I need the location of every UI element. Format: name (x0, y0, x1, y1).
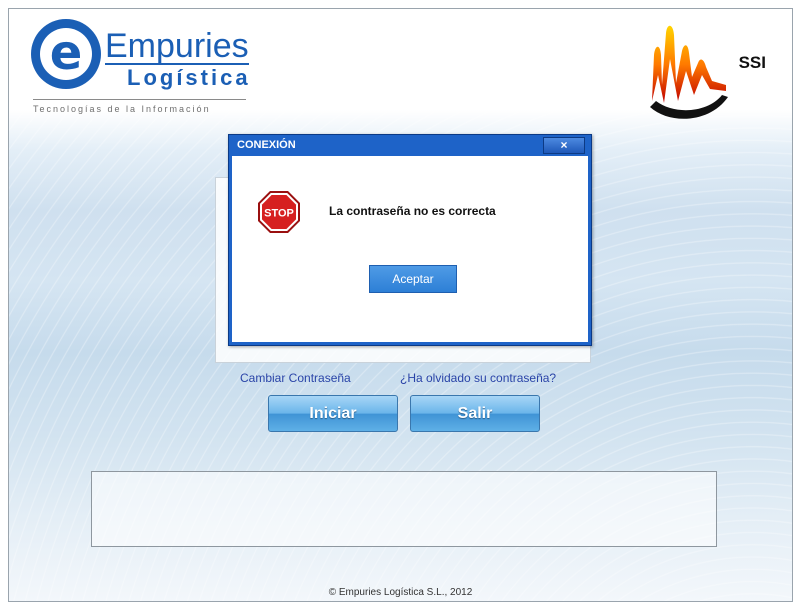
dialog-message: La contraseña no es correcta (329, 204, 496, 218)
logo-divider (33, 99, 246, 100)
connection-error-dialog: CONEXIÓN × STOP La contraseña no es corr… (228, 134, 592, 346)
dialog-body: STOP La contraseña no es correcta Acepta… (232, 156, 588, 342)
logo-letter: e (49, 25, 83, 81)
start-button[interactable]: Iniciar (268, 395, 398, 432)
logo-company-name: Empuries (105, 27, 249, 65)
exit-button[interactable]: Salir (410, 395, 540, 432)
empuries-logo: e Empuries Logística Tecnologías de la I… (31, 19, 251, 119)
logo-company-sub: Logística (127, 65, 251, 90)
message-area (91, 471, 717, 547)
change-password-link[interactable]: Cambiar Contraseña (240, 371, 351, 385)
stop-sign-text: STOP (264, 208, 294, 220)
dialog-close-button[interactable]: × (543, 137, 585, 154)
login-links: Cambiar Contraseña ¿Ha olvidado su contr… (9, 371, 792, 389)
ssi-label: SSI (738, 53, 766, 72)
ssi-logo: SSI (630, 15, 780, 125)
logo-emblem: e (31, 19, 101, 89)
copyright-footer: © Empuries Logística S.L., 2012 (328, 587, 473, 598)
stop-sign-icon: STOP (258, 191, 300, 233)
logo-tagline: Tecnologías de la Información (33, 104, 211, 114)
dialog-title: CONEXIÓN (237, 139, 296, 151)
accept-button[interactable]: Aceptar (369, 265, 457, 293)
forgot-password-link[interactable]: ¿Ha olvidado su contraseña? (400, 371, 556, 385)
